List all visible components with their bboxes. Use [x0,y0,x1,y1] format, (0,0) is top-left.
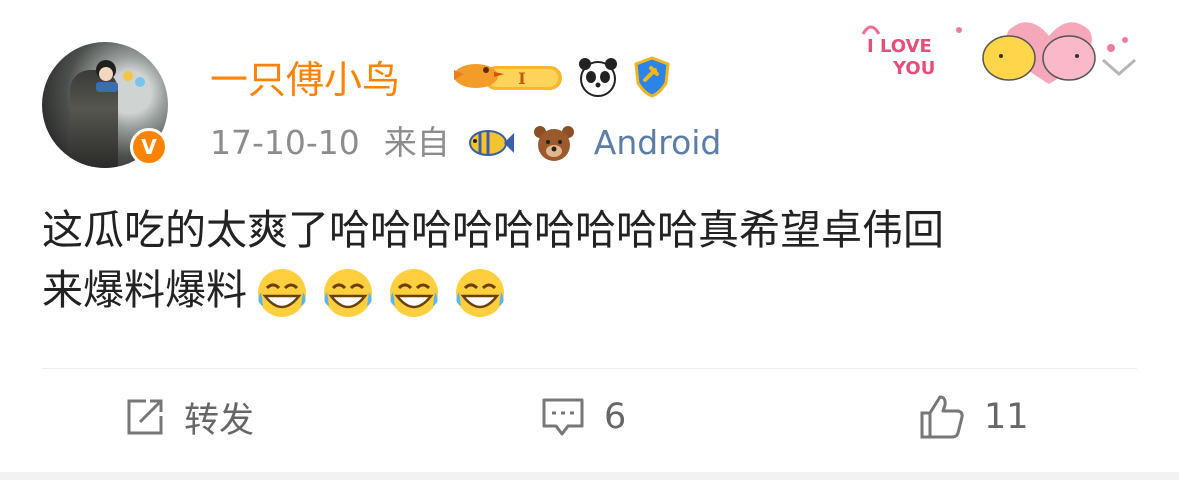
share-button[interactable]: 转发 [124,392,254,442]
love-you-decoration: I LOVE YOU [861,22,1128,84]
love-text-top: I LOVE [867,36,932,57]
love-text-bottom: YOU [892,58,935,79]
divider [42,368,1137,369]
like-count: 11 [984,397,1029,437]
share-label: 转发 [184,400,255,441]
post-text-line-2-wrapper: 来爆料爆料 [42,260,1132,320]
post-content: 这瓜吃的太爽了哈哈哈哈哈哈哈哈哈真希望卓伟回 来爆料爆料 [42,200,1132,320]
action-bar: 转发 6 11 [0,372,1179,468]
shield-member-icon[interactable] [630,55,674,99]
user-badges: I [450,54,674,100]
laughing-tears-emoji [258,269,306,317]
level-badge-text: I [518,69,525,88]
post-meta: 17-10-10 来自 Android [210,120,721,166]
thumbs-up-icon [920,395,964,439]
bottom-separator [0,472,1179,480]
panda-icon[interactable] [576,55,620,99]
avatar-sticker-icon [96,60,145,92]
laughing-tears-emoji [324,269,372,317]
source-device-link[interactable]: Android [594,120,722,166]
comment-count: 6 [604,397,627,437]
like-button[interactable]: 11 [918,392,1029,442]
verified-badge-icon: V [130,128,168,166]
post-text-line-2: 来爆料爆料 [42,266,247,314]
comment-button[interactable]: 6 [540,392,626,442]
laughing-tears-emoji [390,269,438,317]
laughing-tears-emoji [456,269,504,317]
username[interactable]: 一只傅小鸟 [210,54,400,106]
emoji-group [255,266,507,320]
bird-level-badge-icon[interactable]: I [450,54,566,100]
bear-icon [533,126,574,161]
share-icon [127,399,163,435]
fish-icon [468,130,514,156]
comment-icon [542,398,584,436]
post-date: 17-10-10 [210,123,360,162]
source-label: 来自 [383,123,450,162]
post-text-line-1: 这瓜吃的太爽了哈哈哈哈哈哈哈哈哈真希望卓伟回 [42,206,944,254]
chevron-down-icon[interactable] [1099,50,1139,80]
